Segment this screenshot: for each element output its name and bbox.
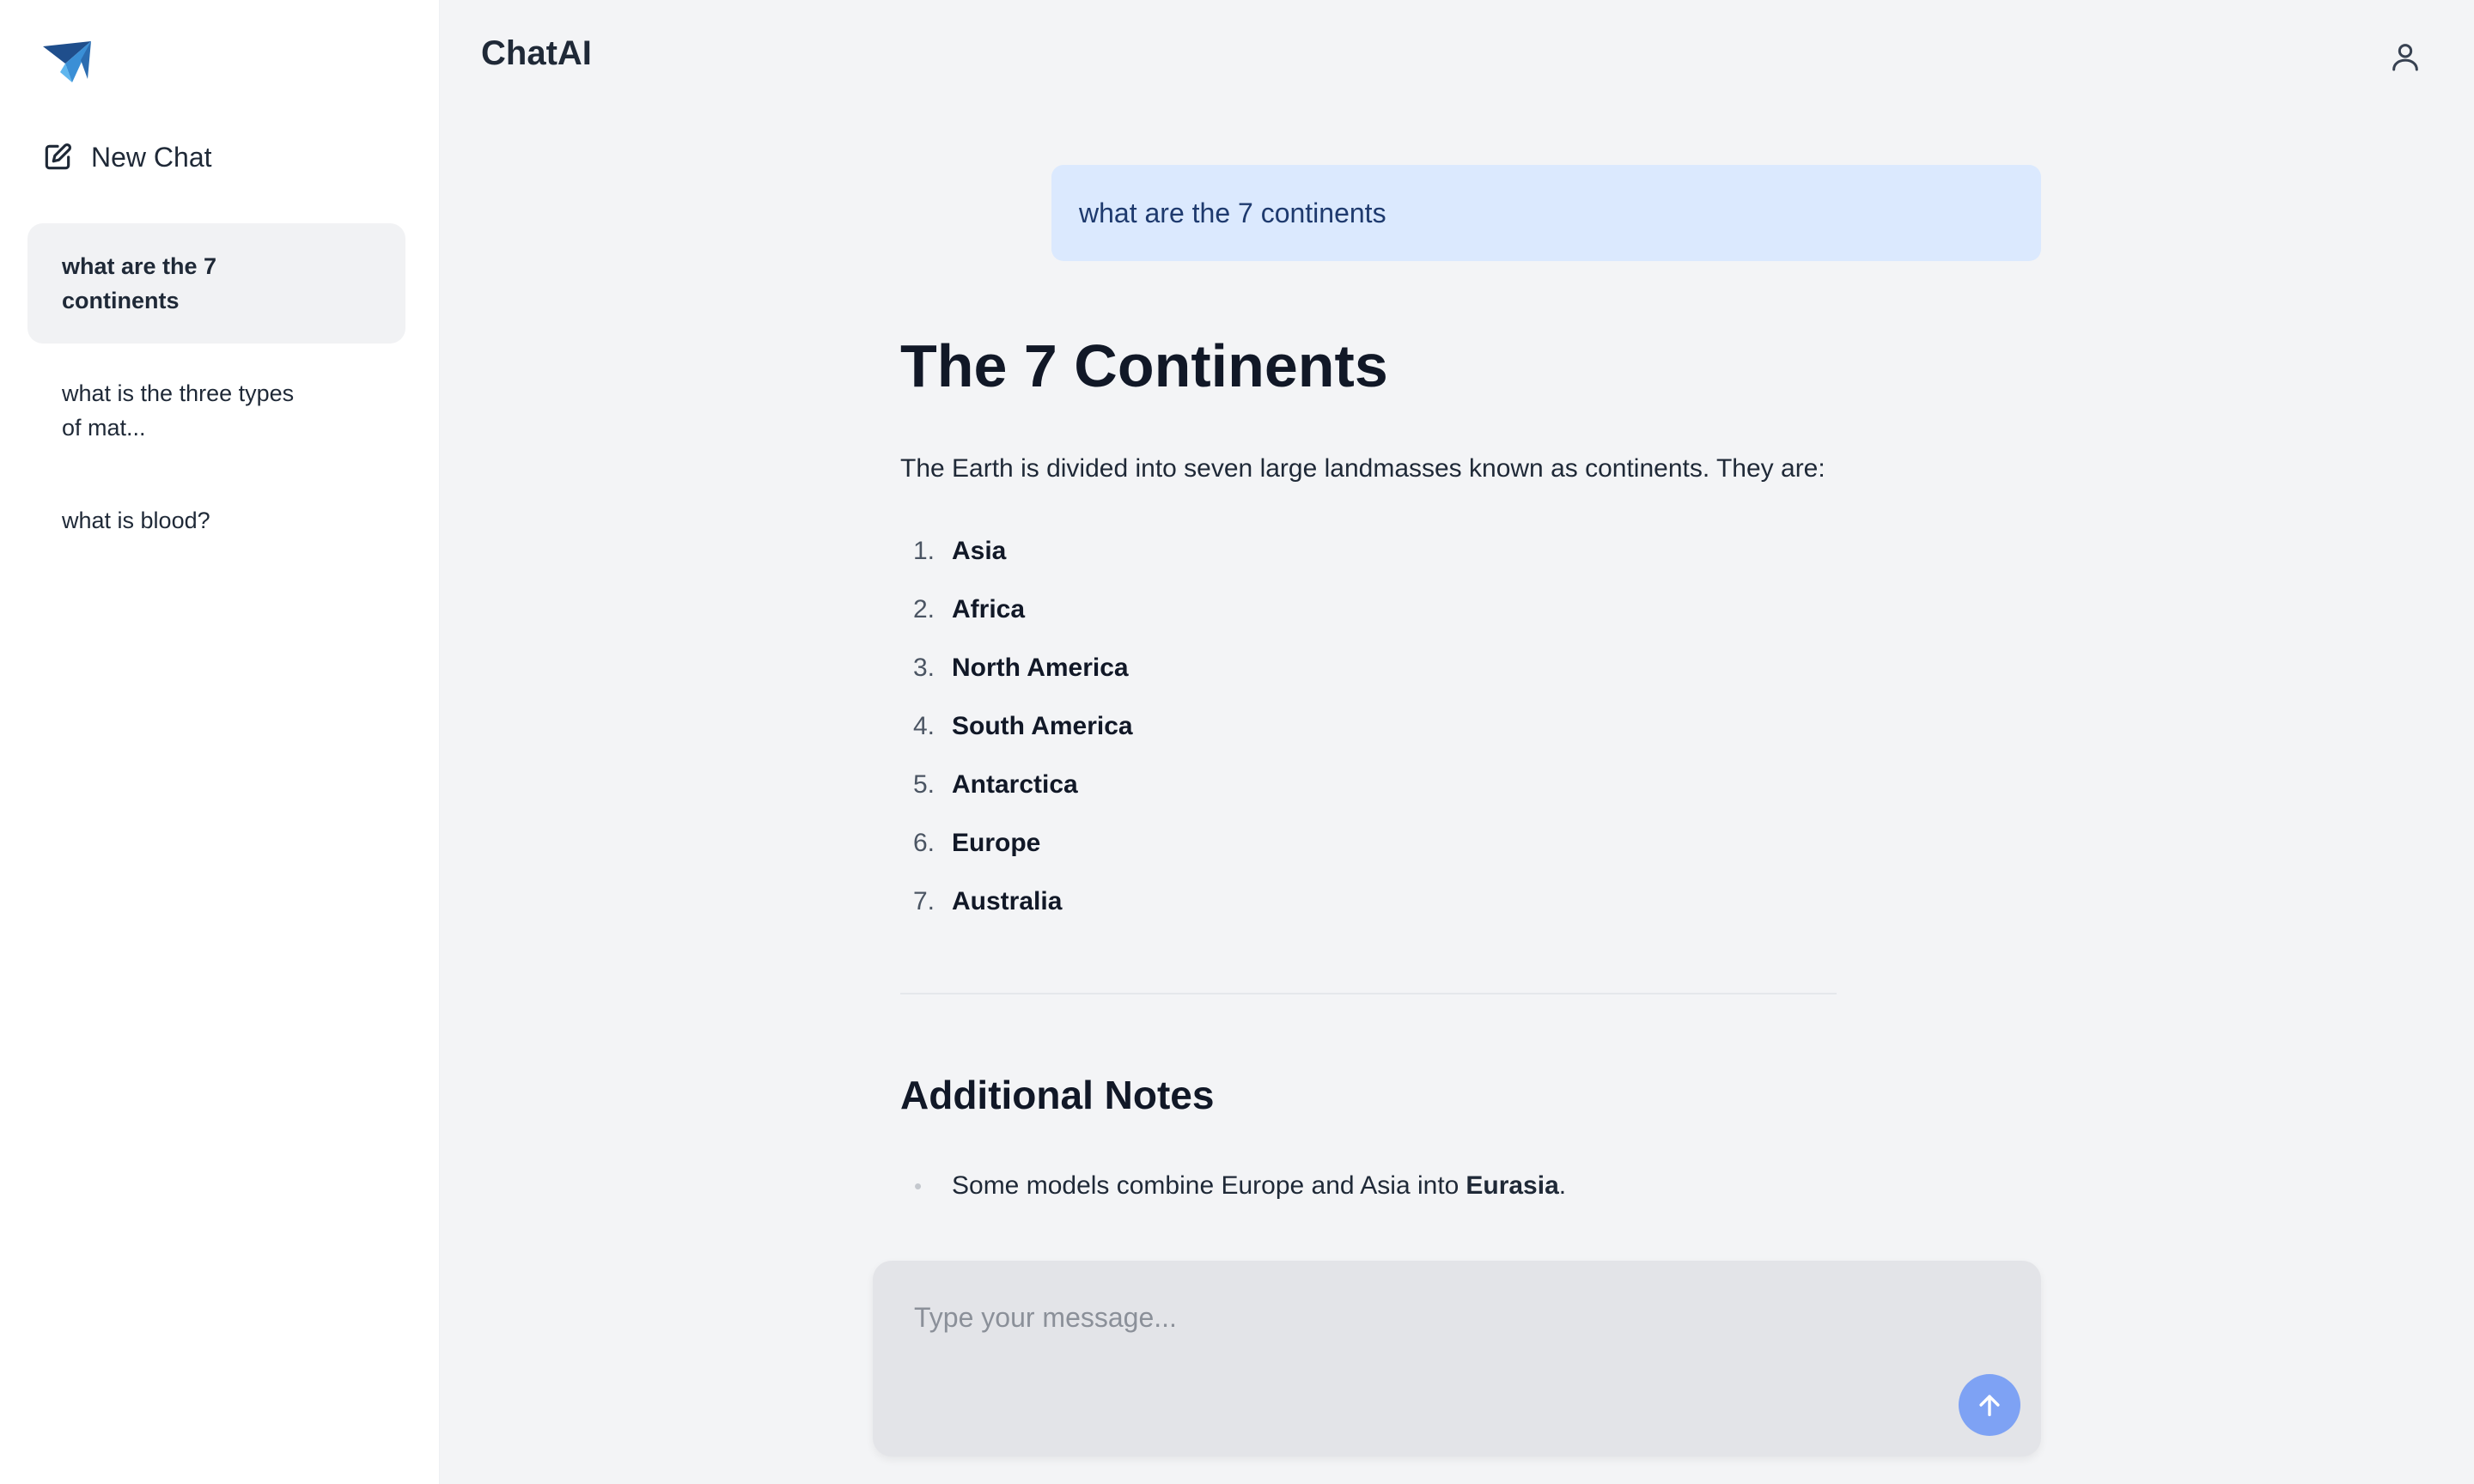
user-message-text: what are the 7 continents <box>1079 197 1386 228</box>
chat-thread: what are the 7 continents The 7 Continen… <box>440 0 2474 1254</box>
list-item: 3. North America <box>912 654 1129 682</box>
list-item: 7. Australia <box>912 887 1063 915</box>
arrow-up-icon <box>1979 1395 2000 1417</box>
paper-plane-logo-icon[interactable] <box>41 38 93 86</box>
history-item-continents[interactable]: what are the 7 continents <box>27 223 405 344</box>
history-item-label: what are the 7 continents <box>62 253 217 313</box>
section-divider <box>900 993 1837 994</box>
answer-title: The 7 Continents <box>900 332 1388 399</box>
notes-list: • Some models combine Europe and Asia in… <box>900 1161 1566 1211</box>
new-chat-button[interactable]: New Chat <box>41 141 212 173</box>
history-item-matter[interactable]: what is the three types of mat... <box>27 350 405 471</box>
edit-square-icon <box>45 143 71 170</box>
list-item: 5. Antarctica <box>912 770 1078 799</box>
new-chat-label: New Chat <box>91 141 212 173</box>
assistant-answer: The 7 Continents The Earth is divided in… <box>900 326 1845 931</box>
message-input[interactable] <box>914 1302 1910 1334</box>
chat-history-list: what are the 7 continents what is the th… <box>27 223 405 570</box>
bullet-icon: • <box>914 1172 923 1199</box>
list-item: 1. Asia <box>912 537 1007 565</box>
list-item: 6. Europe <box>912 829 1041 857</box>
list-item: 2. Africa <box>912 595 1026 623</box>
answer-intro: The Earth is divided into seven large la… <box>900 454 1825 483</box>
continents-list: 1. Asia 2. Africa 3. North America 4. South … <box>900 522 1845 931</box>
history-item-label: what is blood? <box>62 508 210 533</box>
history-item-blood[interactable]: what is blood? <box>27 477 405 563</box>
message-composer <box>873 1261 2041 1457</box>
user-message-bubble: what are the 7 continents <box>1051 165 2041 261</box>
list-item: 4. South America <box>912 712 1133 740</box>
notes-title: Additional Notes <box>900 1073 1215 1117</box>
send-button[interactable] <box>1959 1374 2020 1436</box>
history-item-label: what is the three types of mat... <box>62 380 295 441</box>
list-item: • Some models combine Europe and Asia in… <box>900 1161 1566 1211</box>
sidebar: New Chat what are the 7 continents what … <box>0 0 440 1484</box>
